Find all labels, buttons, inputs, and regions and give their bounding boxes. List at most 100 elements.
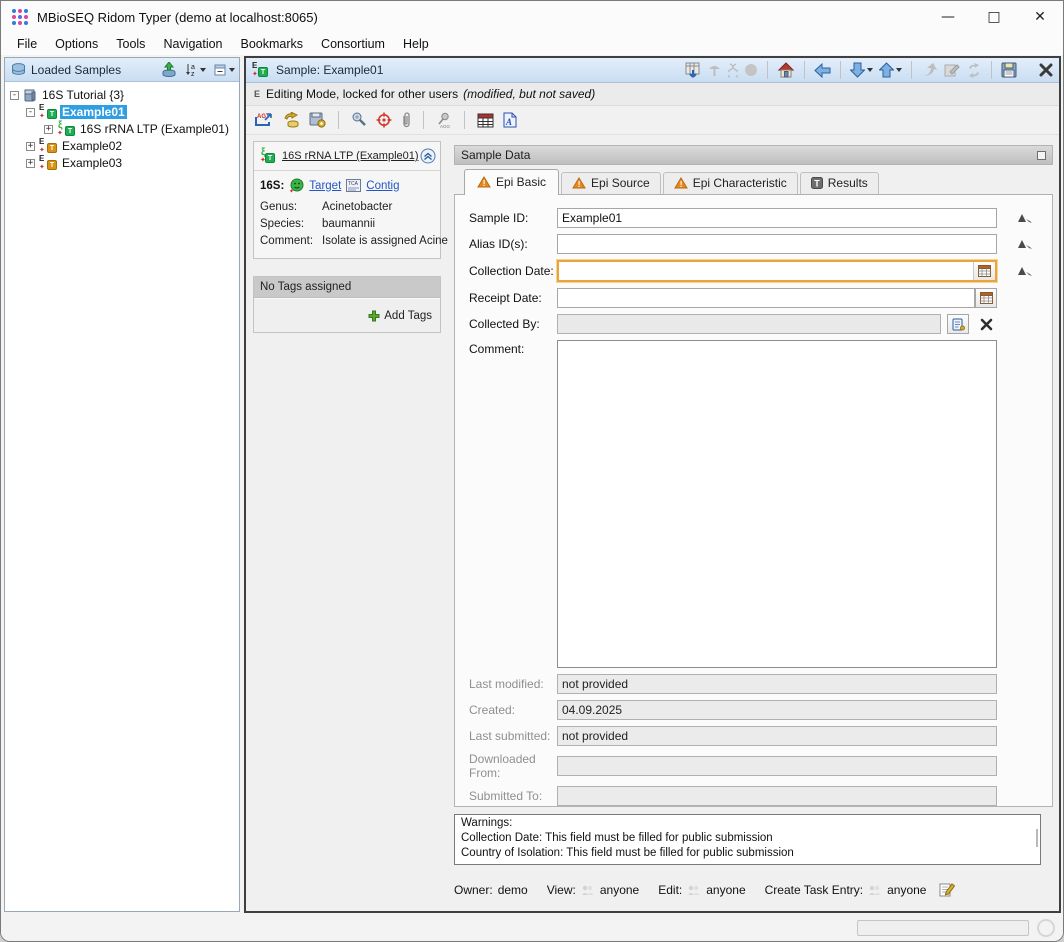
maximize-button[interactable]: □ xyxy=(971,1,1017,33)
tree-item-16s-rrna[interactable]: + ξ✦T 16S rRNA LTP (Example01) xyxy=(5,121,239,137)
menu-help[interactable]: Help xyxy=(394,34,438,54)
back-button[interactable] xyxy=(814,63,831,78)
submitted-to-value xyxy=(557,786,997,806)
contig-link[interactable]: Contig xyxy=(366,180,399,192)
owner-label: Owner: xyxy=(454,883,493,897)
group-icon xyxy=(868,884,882,896)
tree-view-icon-disabled[interactable] xyxy=(707,63,722,77)
status-face-icon-disabled[interactable] xyxy=(744,63,758,77)
save-settings-button[interactable] xyxy=(309,112,326,128)
warnings-title: Warnings: xyxy=(461,816,1034,831)
sequence-export-button[interactable]: AGT xyxy=(255,112,273,128)
calendar-icon xyxy=(978,265,991,277)
sample-id-input[interactable] xyxy=(557,208,997,228)
expander-icon[interactable]: + xyxy=(26,142,35,151)
created-value xyxy=(557,700,997,720)
collected-by-label: Collected By: xyxy=(469,317,557,331)
sample-tree: - 16S Tutorial {3} - E✦T Example01 + ξ✦T xyxy=(5,82,239,911)
menu-options[interactable]: Options xyxy=(46,34,107,54)
warning-icon: ! xyxy=(477,176,491,188)
group-icon xyxy=(687,884,701,896)
tree-item-example02[interactable]: + E✦T Example02 xyxy=(5,138,239,154)
genus-value: Acinetobacter xyxy=(322,201,392,213)
svg-text:!: ! xyxy=(483,179,486,188)
warning-icon: ! xyxy=(674,177,688,189)
created-label: Created: xyxy=(469,703,557,717)
menu-file[interactable]: File xyxy=(8,34,46,54)
assay-link[interactable]: 16S rRNA LTP (Example01) xyxy=(282,150,419,162)
attachment-icon[interactable] xyxy=(401,112,411,129)
menu-tools[interactable]: Tools xyxy=(107,34,154,54)
tree-label: Example02 xyxy=(60,139,124,153)
comment-textarea[interactable] xyxy=(557,340,997,668)
comment-value: Isolate is assigned Acine xyxy=(322,235,448,247)
species-row: Species: baumannii xyxy=(254,216,440,233)
expander-icon[interactable]: - xyxy=(10,91,19,100)
tree-label: 16S Tutorial {3} xyxy=(40,88,126,102)
tree-item-tutorial[interactable]: - 16S Tutorial {3} xyxy=(5,87,239,103)
microscope-button[interactable] xyxy=(351,112,367,128)
sync-data-button[interactable] xyxy=(282,112,300,128)
collection-date-label: Collection Date: xyxy=(469,264,557,278)
sort-button[interactable]: a z xyxy=(185,63,206,77)
collection-date-calendar-button[interactable] xyxy=(973,262,995,280)
collection-date-input[interactable] xyxy=(559,262,973,280)
go-up-button[interactable] xyxy=(879,62,902,78)
refresh-icon-disabled[interactable] xyxy=(966,63,982,78)
expander-icon[interactable]: + xyxy=(26,159,35,168)
rename-icon[interactable] xyxy=(1017,266,1033,277)
tab-epi-characteristic[interactable]: ! Epi Characteristic xyxy=(663,172,798,194)
menu-navigation[interactable]: Navigation xyxy=(154,34,231,54)
table-view-button[interactable] xyxy=(477,113,494,128)
tab-results[interactable]: T Results xyxy=(800,172,879,194)
pin-sequence-button[interactable]: AGG xyxy=(436,112,452,129)
warning-line: Country of Isolation: This field must be… xyxy=(461,846,1034,861)
loaded-samples-header: Loaded Samples a z xyxy=(5,58,239,82)
report-button[interactable]: A xyxy=(503,112,517,128)
home-button[interactable] xyxy=(777,62,795,78)
sample-toolbar: AGT xyxy=(246,106,1059,135)
status-bar xyxy=(1,913,1063,942)
svg-text:TCA: TCA xyxy=(348,181,359,187)
expander-icon[interactable]: + xyxy=(44,125,53,134)
tree-item-example03[interactable]: + E✦T Example03 xyxy=(5,155,239,171)
table-export-icon[interactable] xyxy=(685,62,701,78)
collected-by-clear-button[interactable] xyxy=(975,314,997,334)
submit-icon-disabled[interactable] xyxy=(921,63,938,77)
tags-header: No Tags assigned xyxy=(254,277,440,298)
rename-icon[interactable] xyxy=(1017,239,1033,250)
marker-label: 16S: xyxy=(260,180,284,192)
alias-ids-input[interactable] xyxy=(557,234,997,254)
target-button[interactable] xyxy=(376,112,392,128)
receipt-date-calendar-button[interactable] xyxy=(975,288,997,308)
minimize-button[interactable]: — xyxy=(925,1,971,33)
go-down-button[interactable] xyxy=(850,62,873,78)
receipt-date-input[interactable] xyxy=(557,288,975,308)
app-icon xyxy=(12,9,28,25)
collected-by-lookup-button[interactable] xyxy=(947,314,969,334)
dna-icon-disabled[interactable] xyxy=(728,63,738,78)
genus-label: Genus: xyxy=(260,201,322,213)
expander-icon[interactable]: - xyxy=(26,108,35,117)
rename-icon[interactable] xyxy=(1017,213,1033,224)
edit-entry-icon-disabled[interactable] xyxy=(944,63,960,77)
tab-label: Epi Basic xyxy=(496,175,546,189)
collapse-all-button[interactable] xyxy=(214,64,235,76)
tab-epi-source[interactable]: ! Epi Source xyxy=(561,172,661,194)
save-button[interactable] xyxy=(1001,62,1017,78)
target-link[interactable]: Target xyxy=(309,180,341,192)
warnings-scrollbar[interactable] xyxy=(1036,829,1038,847)
tab-label: Epi Characteristic xyxy=(693,176,787,190)
tags-panel: No Tags assigned Add Tags xyxy=(253,276,441,333)
maximize-panel-icon[interactable] xyxy=(1037,151,1046,160)
close-button[interactable]: ✕ xyxy=(1017,1,1063,33)
tab-epi-basic[interactable]: ! Epi Basic xyxy=(464,169,559,195)
tree-item-example01[interactable]: - E✦T Example01 xyxy=(5,104,239,120)
edit-permissions-button[interactable] xyxy=(939,882,955,897)
menu-bookmarks[interactable]: Bookmarks xyxy=(232,34,313,54)
collapse-info-button[interactable] xyxy=(420,147,436,165)
load-samples-icon[interactable] xyxy=(161,62,177,77)
menu-consortium[interactable]: Consortium xyxy=(312,34,394,54)
close-panel-button[interactable] xyxy=(1039,63,1053,77)
add-tags-button[interactable]: Add Tags xyxy=(368,310,432,322)
